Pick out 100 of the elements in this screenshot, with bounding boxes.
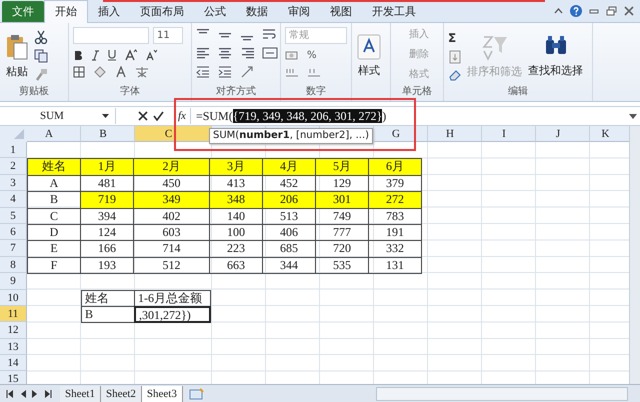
table-cell[interactable]: B <box>81 306 135 324</box>
ribbon-tab[interactable]: 插入 <box>88 1 130 22</box>
wrap-text-icon[interactable] <box>262 27 276 41</box>
ribbon-tab[interactable]: 视图 <box>320 1 362 22</box>
align-center-icon[interactable] <box>218 46 232 60</box>
font-size-field[interactable]: 11 <box>153 27 183 44</box>
close-icon[interactable] <box>624 6 634 16</box>
last-sheet-icon[interactable] <box>44 390 52 398</box>
insert-function-button[interactable]: fx <box>178 110 186 122</box>
table-cell[interactable]: 206 <box>262 191 316 209</box>
row-header[interactable]: 9 <box>0 273 27 290</box>
styles-button[interactable]: 样式 <box>356 32 382 80</box>
cut-icon[interactable] <box>34 30 48 44</box>
table-cell[interactable]: ,301,272}) <box>134 306 211 324</box>
table-cell[interactable]: F <box>27 256 81 274</box>
column-header[interactable]: G <box>374 126 428 142</box>
table-cell[interactable]: 349 <box>133 191 210 209</box>
ribbon-tab[interactable]: 页面布局 <box>130 1 194 22</box>
underline-icon[interactable] <box>107 49 117 61</box>
autosum-button[interactable]: Σ <box>448 31 456 45</box>
column-header[interactable]: A <box>27 126 81 142</box>
row-header[interactable]: 6 <box>0 224 27 240</box>
table-cell[interactable]: 姓名 <box>81 290 135 307</box>
merge-cells-icon[interactable] <box>262 46 278 60</box>
row-header[interactable]: 12 <box>0 322 27 339</box>
paste-button[interactable]: 粘贴 <box>4 31 30 81</box>
sheet-tab[interactable]: Sheet2 <box>100 386 142 402</box>
table-cell[interactable]: 301 <box>315 191 369 209</box>
table-cell[interactable]: 4月 <box>262 158 316 176</box>
bold-icon[interactable] <box>73 50 83 60</box>
sheet-tab[interactable]: Sheet1 <box>60 386 101 402</box>
column-header[interactable]: C <box>135 126 212 142</box>
row-header[interactable]: 10 <box>0 290 27 306</box>
column-header[interactable]: K <box>590 126 631 142</box>
text-orientation-icon[interactable] <box>240 65 254 79</box>
increase-decimal-icon[interactable] <box>285 66 299 78</box>
column-header[interactable]: I <box>482 126 536 142</box>
copy-icon[interactable] <box>34 49 50 63</box>
table-cell[interactable]: 1-6月总金额 <box>134 290 211 307</box>
brush-icon[interactable] <box>34 68 48 82</box>
row-header[interactable]: 14 <box>0 355 27 372</box>
insert-sheet-icon[interactable] <box>188 388 205 400</box>
ribbon-tab[interactable]: 审阅 <box>278 1 320 22</box>
table-cell[interactable]: 131 <box>368 256 422 274</box>
help-icon[interactable] <box>570 5 582 17</box>
column-header[interactable]: B <box>81 126 135 142</box>
collapse-ribbon-icon[interactable] <box>554 8 563 14</box>
sheet-tab[interactable]: Sheet3 <box>142 386 183 402</box>
currency-icon[interactable] <box>285 49 299 61</box>
table-cell[interactable]: 1月 <box>80 158 134 176</box>
vertical-scrollbar[interactable] <box>629 126 640 384</box>
table-cell[interactable]: 3月 <box>209 158 263 176</box>
row-header[interactable]: 8 <box>0 256 27 274</box>
font-name-field[interactable] <box>73 27 149 44</box>
table-cell[interactable]: 5月 <box>315 158 369 176</box>
restore-icon[interactable] <box>606 6 617 16</box>
previous-sheet-icon[interactable] <box>20 390 26 398</box>
column-header[interactable]: H <box>428 126 482 142</box>
borders-icon[interactable] <box>73 66 85 78</box>
first-sheet-icon[interactable] <box>6 390 14 398</box>
decrease-indent-icon[interactable] <box>196 65 210 79</box>
row-header[interactable]: 5 <box>0 208 27 224</box>
ribbon-tab[interactable]: 数据 <box>236 1 278 22</box>
row-header[interactable]: 4 <box>0 191 27 208</box>
italic-icon[interactable] <box>91 50 99 60</box>
grow-font-icon[interactable] <box>125 49 137 61</box>
expand-icon[interactable] <box>629 114 637 118</box>
next-sheet-icon[interactable] <box>32 390 38 398</box>
ribbon-tab[interactable]: 开发工具 <box>362 1 426 22</box>
table-cell[interactable]: 272 <box>368 191 422 209</box>
decrease-decimal-icon[interactable] <box>307 66 321 78</box>
table-cell[interactable]: 348 <box>209 191 263 209</box>
align-right-icon[interactable] <box>240 46 254 60</box>
fill-icon[interactable] <box>448 50 462 64</box>
row-header[interactable]: 7 <box>0 240 27 257</box>
enter-icon[interactable] <box>153 111 164 121</box>
row-header[interactable]: 13 <box>0 338 27 356</box>
align-left-icon[interactable] <box>196 46 210 60</box>
table-cell[interactable]: 6月 <box>368 158 422 176</box>
ribbon-tab[interactable]: 公式 <box>194 1 236 22</box>
percent-button[interactable]: % <box>307 50 317 60</box>
find-select-button[interactable]: 查找和选择 <box>527 32 584 80</box>
increase-indent-icon[interactable] <box>218 65 232 79</box>
table-cell[interactable]: 姓名 <box>27 158 81 176</box>
shrink-font-icon[interactable] <box>145 49 157 61</box>
row-header[interactable]: 11 <box>0 306 27 322</box>
row-header[interactable]: 15 <box>0 371 27 384</box>
table-cell[interactable]: 2月 <box>133 158 210 176</box>
font-color-icon[interactable] <box>115 66 127 78</box>
row-header[interactable]: 1 <box>0 142 27 158</box>
horizontal-scrollbar[interactable] <box>376 386 628 400</box>
file-tab[interactable]: 文件 <box>2 1 44 22</box>
name-box[interactable]: SUM <box>0 108 116 124</box>
column-header[interactable]: J <box>536 126 590 142</box>
ribbon-tab[interactable]: 开始 <box>44 0 88 23</box>
row-header[interactable]: 3 <box>0 174 27 192</box>
row-header[interactable]: 2 <box>0 158 27 175</box>
formula-field[interactable]: =SUM({719, 349, 348, 206, 301, 272}) <box>190 108 629 124</box>
dropdown-icon[interactable] <box>102 114 109 118</box>
table-cell[interactable]: 719 <box>80 191 134 209</box>
